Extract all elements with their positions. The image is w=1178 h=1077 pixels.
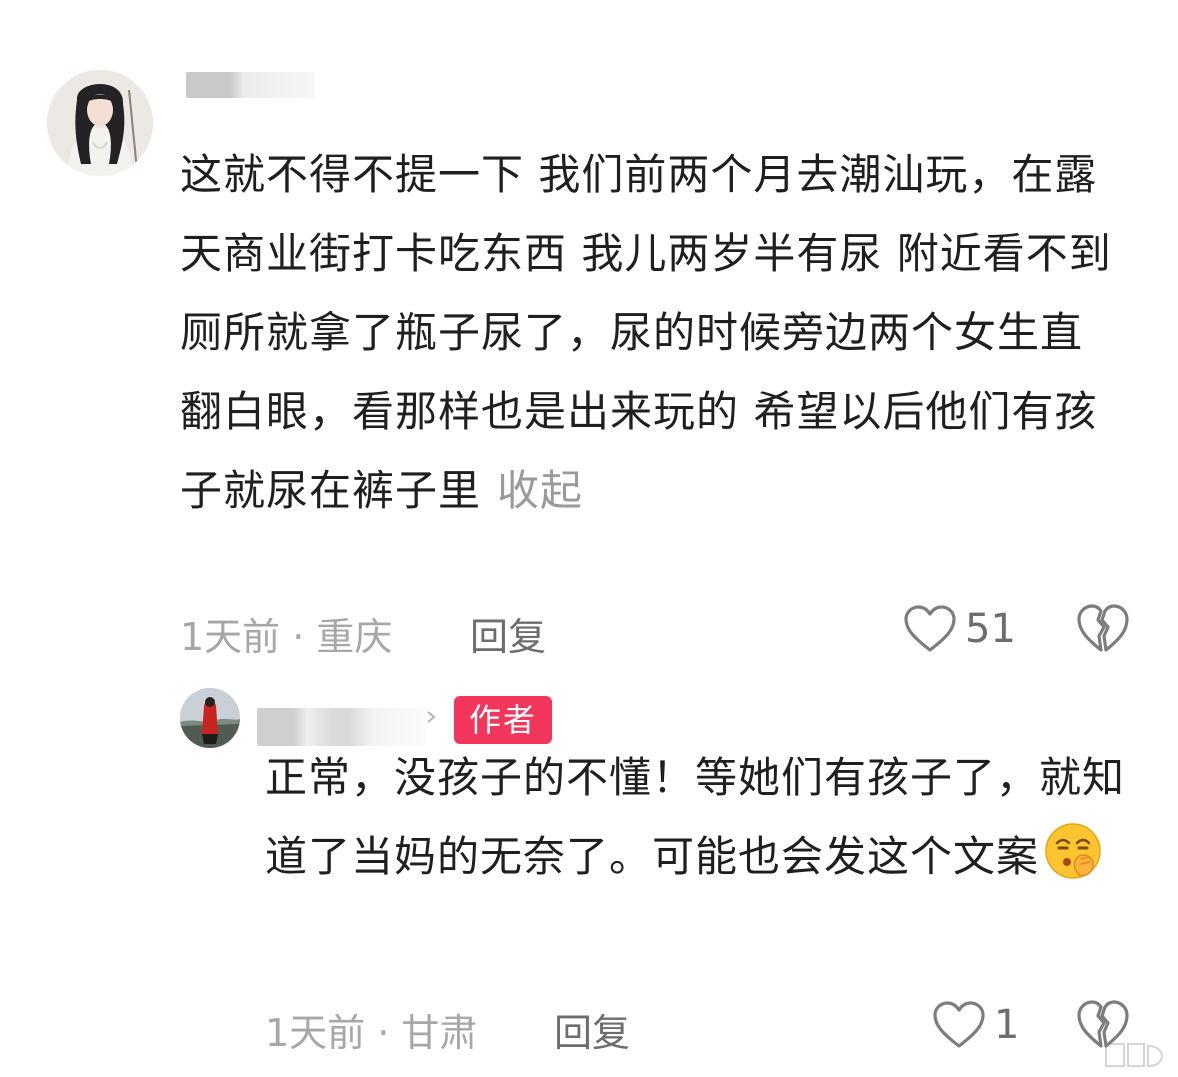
watermark-icon bbox=[1105, 1043, 1164, 1068]
avatar-photo-icon bbox=[180, 688, 240, 748]
comment-meta: 1天前 · 重庆 bbox=[180, 615, 393, 659]
commenter-avatar[interactable] bbox=[47, 70, 153, 176]
reply-item: 作者 正常，没孩子的不懂！等她们有孩子了，就知道了当妈的无奈了。可能也会发这个文… bbox=[0, 680, 1178, 1077]
chevron-right-icon bbox=[427, 711, 436, 723]
reply-button[interactable]: 回复 bbox=[470, 606, 546, 661]
comment-body: 这就不得不提一下 我们前两个月去潮汕玩，在露天商业街打卡吃东西 我儿两岁半有尿 … bbox=[180, 150, 1112, 515]
dislike-button[interactable] bbox=[1076, 602, 1130, 660]
heart-icon bbox=[933, 1001, 985, 1048]
author-avatar[interactable] bbox=[180, 688, 240, 748]
heart-icon bbox=[904, 605, 956, 652]
shush-face-emoji-icon bbox=[1045, 823, 1101, 879]
avatar-illustration-icon bbox=[47, 70, 153, 176]
reply-meta: 1天前 · 甘肃 bbox=[265, 1011, 478, 1055]
like-count: 51 bbox=[965, 606, 1016, 652]
like-count: 1 bbox=[994, 1002, 1020, 1048]
reply-body: 正常，没孩子的不懂！等她们有孩子了，就知道了当妈的无奈了。可能也会发这个文案 bbox=[265, 753, 1126, 881]
comment-text: 这就不得不提一下 我们前两个月去潮汕玩，在露天商业街打卡吃东西 我儿两岁半有尿 … bbox=[180, 135, 1120, 530]
author-badge: 作者 bbox=[454, 696, 552, 744]
reply-text: 正常，没孩子的不懂！等她们有孩子了，就知道了当妈的无奈了。可能也会发这个文案 bbox=[265, 738, 1145, 896]
like-button[interactable]: 51 bbox=[903, 604, 1016, 654]
broken-heart-icon bbox=[1077, 604, 1129, 652]
commenter-name-blurred[interactable] bbox=[186, 72, 314, 98]
comment-item: 这就不得不提一下 我们前两个月去潮汕玩，在露天商业街打卡吃东西 我儿两岁半有尿 … bbox=[0, 0, 1178, 680]
reply-button[interactable]: 回复 bbox=[554, 1002, 630, 1057]
collapse-link[interactable]: 收起 bbox=[497, 466, 583, 515]
like-button[interactable]: 1 bbox=[932, 1000, 1019, 1050]
